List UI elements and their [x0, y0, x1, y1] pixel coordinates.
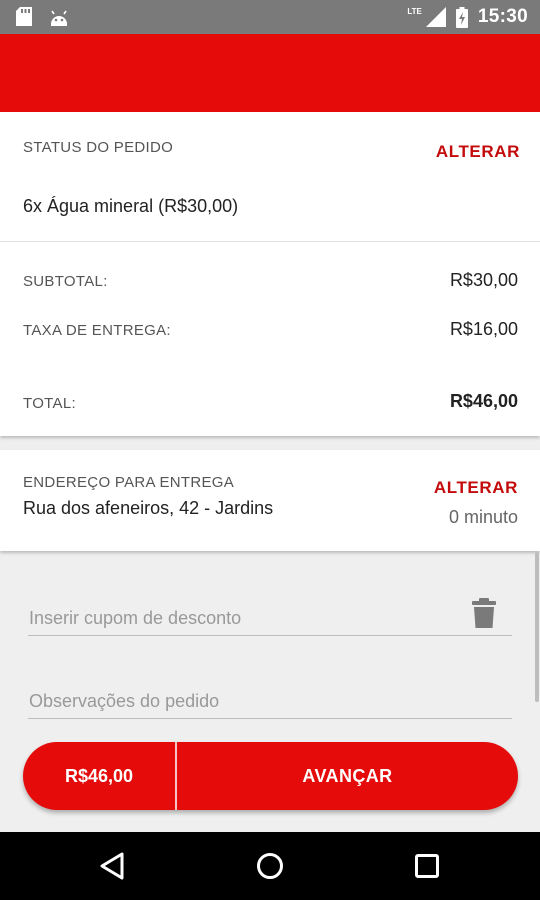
subtotal-label: SUBTOTAL:	[23, 273, 108, 290]
notes-input[interactable]: Observações do pedido	[28, 679, 512, 719]
recents-icon	[415, 854, 439, 878]
total-label: TOTAL:	[23, 395, 76, 412]
order-item: 6x Água mineral (R$30,00)	[23, 196, 239, 216]
clock: 15:30	[477, 6, 528, 27]
home-icon	[257, 853, 283, 879]
subtotal-value: R$30,00	[449, 270, 518, 290]
checkout-total: R$46,00	[23, 742, 177, 810]
order-status-label: STATUS DO PEDIDO	[23, 139, 174, 156]
delivery-fee-label: TAXA DE ENTREGA:	[23, 322, 171, 339]
coupon-input[interactable]: Inserir cupom de desconto	[28, 596, 512, 636]
scrollbar[interactable]	[535, 552, 539, 702]
android-icon	[51, 10, 67, 26]
change-address-button[interactable]: ALTERAR	[434, 478, 518, 498]
status-bar: LTE 15:30	[0, 0, 540, 34]
recents-button[interactable]	[407, 846, 447, 886]
total-value: R$46,00	[449, 391, 518, 411]
checkout-bar[interactable]: R$46,00 AVANÇAR	[23, 742, 518, 810]
delivery-address: Rua dos afeneiros, 42 - Jardins	[23, 498, 274, 518]
back-button[interactable]	[92, 846, 132, 886]
back-icon	[100, 852, 124, 880]
order-summary-card: STATUS DO PEDIDO ALTERAR 6x Água mineral…	[0, 112, 540, 436]
change-order-button[interactable]: ALTERAR	[436, 142, 520, 162]
network-type: LTE	[407, 6, 422, 16]
notes-placeholder: Observações do pedido	[29, 691, 220, 711]
delivery-time: 0 minuto	[448, 507, 518, 527]
home-button[interactable]	[250, 846, 290, 886]
delivery-address-label: ENDEREÇO PARA ENTREGA	[23, 474, 235, 491]
navigation-bar	[0, 832, 540, 900]
sd-card-icon	[16, 7, 32, 26]
coupon-placeholder: Inserir cupom de desconto	[29, 608, 242, 628]
divider	[0, 241, 540, 242]
battery-icon	[455, 6, 468, 28]
signal-icon	[425, 7, 446, 27]
delivery-fee-value: R$16,00	[449, 319, 518, 339]
advance-button[interactable]: AVANÇAR	[177, 742, 518, 810]
app-bar	[0, 34, 540, 112]
delivery-address-card: ENDEREÇO PARA ENTREGA Rua dos afeneiros,…	[0, 450, 540, 551]
trash-icon[interactable]	[470, 597, 498, 629]
